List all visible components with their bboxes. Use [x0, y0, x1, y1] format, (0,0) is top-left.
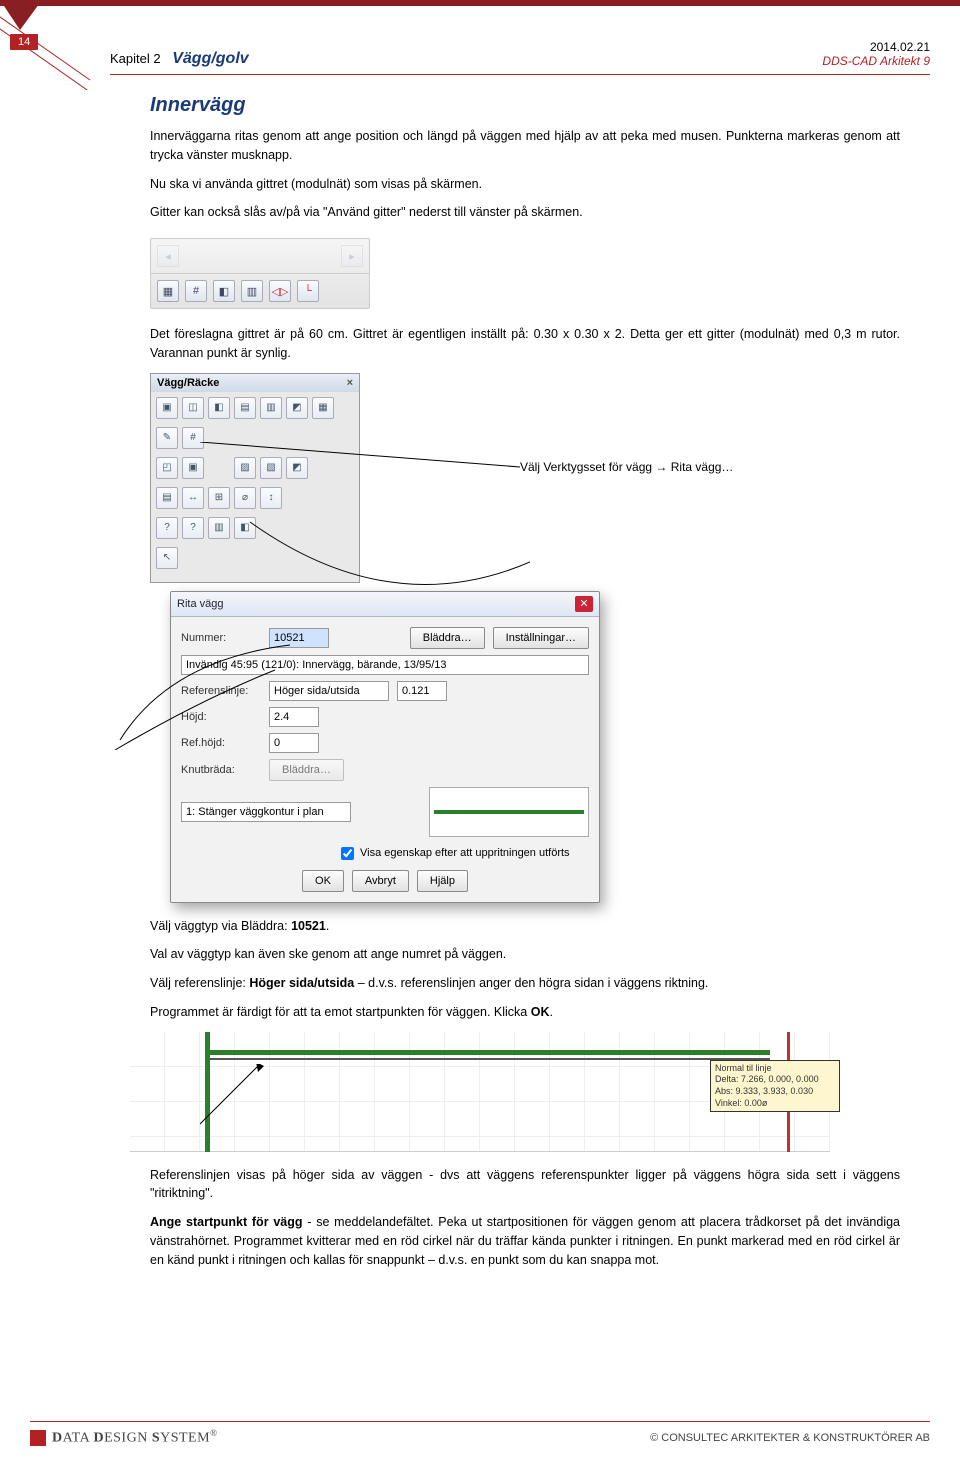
label-nummer: Nummer:: [181, 632, 261, 644]
select-referenslinje[interactable]: [269, 681, 389, 701]
tool-icon[interactable]: ▣: [182, 457, 204, 479]
header-app: DDS-CAD Arkitekt 9: [822, 54, 930, 68]
label-referenslinje: Referenslinje:: [181, 685, 261, 697]
input-nummer[interactable]: [269, 628, 329, 648]
drawing-preview: Normal til linje Delta: 7.266, 0.000, 0.…: [130, 1032, 830, 1152]
origin-icon[interactable]: └: [297, 280, 319, 302]
callout-text: Välj Verktygsset för vägg → Rita vägg…: [520, 460, 733, 474]
page-number-badge: 14: [10, 34, 38, 50]
tool-icon[interactable]: ⌀: [234, 487, 256, 509]
toolbar-icon[interactable]: ◂: [157, 245, 179, 267]
checkbox-label: Visa egenskap efter att uppritningen utf…: [360, 847, 570, 859]
button-hjalp[interactable]: Hjälp: [417, 870, 468, 892]
panel-toolbar-row-4: ▤ ↔ ⊞ ⌀ ↕: [156, 487, 354, 509]
page-footer: DATA DESIGN SYSTEM® © CONSULTEC ARKITEKT…: [30, 1421, 930, 1447]
select-walltype[interactable]: [181, 655, 589, 675]
tool-icon[interactable]: ▧: [260, 457, 282, 479]
tool-icon[interactable]: ◩: [286, 397, 308, 419]
tool-icon[interactable]: ▤: [234, 397, 256, 419]
input-refhojd[interactable]: [269, 733, 319, 753]
tool-icon[interactable]: ↕: [260, 487, 282, 509]
tool-icon[interactable]: ◫: [182, 397, 204, 419]
tool-icon[interactable]: ▦: [312, 397, 334, 419]
chapter-label: Kapitel 2: [110, 51, 161, 66]
tool-icon[interactable]: ◰: [156, 457, 178, 479]
top-strip: [0, 0, 960, 6]
book-icon[interactable]: ▥: [241, 280, 263, 302]
close-icon[interactable]: ✕: [575, 596, 593, 612]
panel-toolbar-row-1: ▣ ◫ ◧ ▤ ▥ ◩ ▦: [156, 397, 354, 419]
flip-icon[interactable]: ◁▷: [269, 280, 291, 302]
tool-icon[interactable]: ?: [182, 517, 204, 539]
panel-toolbar-row-6: ↖: [156, 547, 354, 569]
section-title: Innervägg: [150, 94, 900, 117]
panel-toolbar-row-5: ? ? ▥ ◧: [156, 517, 354, 539]
tool-icon[interactable]: ◧: [234, 517, 256, 539]
input-hojd[interactable]: [269, 707, 319, 727]
hatch-icon[interactable]: #: [185, 280, 207, 302]
tool-icon[interactable]: ▤: [156, 487, 178, 509]
layer-icon[interactable]: ◧: [213, 280, 235, 302]
para-7: Välj referenslinje: Höger sida/utsida – …: [150, 974, 900, 993]
pointer-icon[interactable]: ↖: [156, 547, 178, 569]
para-9: Referenslinjen visas på höger sida av vä…: [150, 1166, 900, 1204]
dialog-rita-vagg: Rita vägg ✕ Nummer: Bläddra… Inställning…: [170, 591, 600, 903]
input-refnum[interactable]: [397, 681, 447, 701]
toolbar-screenshot: ◂ ▸ ▦ # ◧ ▥ ◁▷ └: [150, 238, 370, 309]
label-knutbrada: Knutbräda:: [181, 764, 261, 776]
grid-toggle-icon[interactable]: ▦: [157, 280, 179, 302]
panel-vagg-racke: Vägg/Räcke × ▣ ◫ ◧ ▤ ▥ ◩ ▦ ✎ # ◰ ▣ ▨: [150, 373, 360, 583]
button-avbryt[interactable]: Avbryt: [352, 870, 409, 892]
preview-top: [429, 787, 589, 837]
callout-verktygsset: Välj Verktygsset för vägg → Rita vägg…: [520, 460, 733, 474]
tool-icon[interactable]: ◩: [286, 457, 308, 479]
tool-icon[interactable]: #: [182, 427, 204, 449]
tool-icon[interactable]: ▣: [156, 397, 178, 419]
page-header: Kapitel 2 Vägg/golv 2014.02.21 DDS-CAD A…: [110, 40, 930, 75]
button-knut-bladdra[interactable]: Bläddra…: [269, 759, 344, 781]
panel-title: Vägg/Räcke: [157, 377, 219, 389]
dialog-title: Rita vägg: [177, 598, 223, 610]
footer-brand: DATA DESIGN SYSTEM®: [52, 1428, 217, 1447]
panel-toolbar-row-3: ◰ ▣ ▨ ▧ ◩: [156, 457, 354, 479]
tool-icon[interactable]: ◧: [208, 397, 230, 419]
para-8: Programmet är färdigt för att ta emot st…: [150, 1003, 900, 1022]
coord-infobox: Normal til linje Delta: 7.266, 0.000, 0.…: [710, 1060, 840, 1113]
para-2: Nu ska vi använda gittret (modulnät) som…: [150, 175, 900, 194]
para-6: Val av väggtyp kan även ske genom att an…: [150, 945, 900, 964]
tool-icon[interactable]: ▥: [260, 397, 282, 419]
tool-icon[interactable]: ✎: [156, 427, 178, 449]
button-installningar[interactable]: Inställningar…: [493, 627, 589, 649]
toolbar-icon[interactable]: ▸: [341, 245, 363, 267]
tool-icon[interactable]: ↔: [182, 487, 204, 509]
tool-icon[interactable]: ?: [156, 517, 178, 539]
close-icon[interactable]: ×: [347, 377, 353, 389]
footer-right: © CONSULTEC ARKITEKTER & KONSTRUKTÖRER A…: [650, 1432, 930, 1444]
panel-toolbar-row-2: ✎ #: [156, 427, 354, 449]
tool-icon[interactable]: ▨: [234, 457, 256, 479]
button-ok[interactable]: OK: [302, 870, 344, 892]
label-hojd: Höjd:: [181, 711, 261, 723]
para-5: Välj väggtyp via Bläddra: 10521.: [150, 917, 900, 936]
para-3: Gitter kan också slås av/på via "Använd …: [150, 203, 900, 222]
label-refhojd: Ref.höjd:: [181, 737, 261, 749]
header-date: 2014.02.21: [822, 40, 930, 54]
footer-logo-icon: [30, 1430, 46, 1446]
button-bladdra[interactable]: Bläddra…: [410, 627, 485, 649]
content: Innervägg Innerväggarna ritas genom att …: [150, 80, 900, 1279]
chapter-title: Vägg/golv: [172, 50, 248, 67]
tool-icon[interactable]: ▥: [208, 517, 230, 539]
para-1: Innerväggarna ritas genom att ange posit…: [150, 127, 900, 165]
checkbox-visa-egenskap[interactable]: [341, 847, 354, 860]
tool-icon[interactable]: ⊞: [208, 487, 230, 509]
para-4: Det föreslagna gittret är på 60 cm. Gitt…: [150, 325, 900, 363]
para-10: Ange startpunkt för vägg - se meddelande…: [150, 1213, 900, 1269]
select-stanger[interactable]: [181, 802, 351, 822]
